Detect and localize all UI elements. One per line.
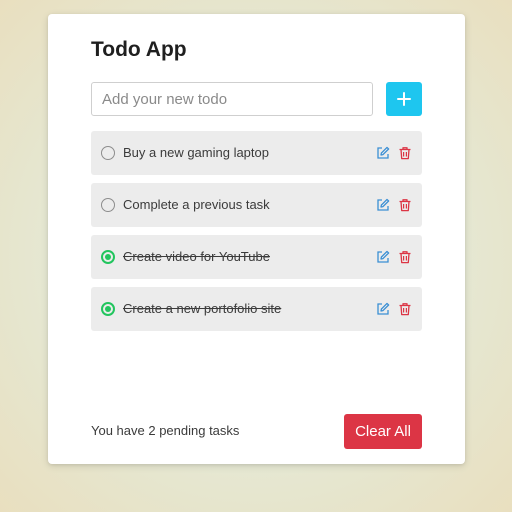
edit-icon[interactable]	[376, 250, 390, 264]
add-todo-row	[91, 82, 422, 116]
todo-text: Create video for YouTube	[123, 249, 270, 264]
add-todo-button[interactable]	[386, 82, 422, 116]
edit-icon[interactable]	[376, 198, 390, 212]
edit-icon[interactable]	[376, 302, 390, 316]
todo-text: Buy a new gaming laptop	[123, 145, 269, 160]
app-title: Todo App	[91, 38, 187, 61]
pending-count-text: You have 2 pending tasks	[91, 423, 240, 438]
todo-list: Buy a new gaming laptop Complete a previ…	[91, 131, 422, 339]
todo-item: Create video for YouTube	[91, 235, 422, 279]
trash-icon[interactable]	[398, 250, 412, 264]
todo-checkbox-checked[interactable]	[101, 250, 115, 264]
todo-text: Create a new portofolio site	[123, 301, 282, 316]
todo-text: Complete a previous task	[123, 197, 270, 212]
todo-checkbox[interactable]	[101, 198, 115, 212]
todo-checkbox[interactable]	[101, 146, 115, 160]
trash-icon[interactable]	[398, 198, 412, 212]
todo-item: Buy a new gaming laptop	[91, 131, 422, 175]
trash-icon[interactable]	[398, 146, 412, 160]
edit-icon[interactable]	[376, 146, 390, 160]
todo-item: Create a new portofolio site	[91, 287, 422, 331]
todo-checkbox-checked[interactable]	[101, 302, 115, 316]
plus-icon	[397, 92, 411, 106]
todo-card: Todo App Buy a new gaming laptop Complet…	[48, 14, 465, 464]
clear-all-button[interactable]: Clear All	[344, 414, 422, 449]
todo-item: Complete a previous task	[91, 183, 422, 227]
new-todo-input[interactable]	[91, 82, 373, 116]
trash-icon[interactable]	[398, 302, 412, 316]
